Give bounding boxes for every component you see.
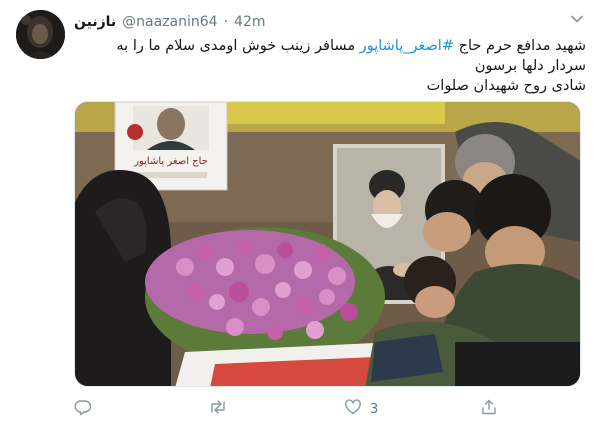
reply-button[interactable] [74, 398, 100, 420]
display-name[interactable]: نازنین [74, 14, 116, 30]
share-button[interactable] [480, 398, 506, 420]
tweet-text-segment: مسافر زینب خوش اومدی سلام ما را به [116, 38, 360, 54]
like-count: 3 [370, 401, 379, 417]
tweet-photo[interactable]: حاج اصغر پاشاپور [74, 101, 581, 387]
tweet-timestamp[interactable]: 42m [234, 14, 265, 30]
retweet-button[interactable] [208, 398, 236, 420]
tweet-actions: 3 [74, 398, 514, 420]
tweet-text: شهید مدافع حرم حاج #اصغر_پاشاپور مسافر ز… [74, 36, 586, 96]
tweet-text-line-2: سردار دلها برسون [474, 58, 586, 74]
user-handle[interactable]: @naazanin64 [122, 14, 217, 30]
hashtag-link[interactable]: #اصغر_پاشاپور [360, 38, 454, 54]
portrait-caption: حاج اصغر پاشاپور [133, 156, 208, 167]
separator-dot: · [223, 14, 229, 30]
like-button[interactable]: 3 [344, 398, 378, 420]
tweet-text-line-1: شهید مدافع حرم حاج #اصغر_پاشاپور مسافر ز… [74, 36, 586, 56]
heart-icon [344, 398, 362, 420]
tweet-text-line-3: شادی روح شهیدان صلوات [426, 78, 586, 94]
reply-icon [74, 398, 92, 420]
share-icon [480, 398, 498, 420]
retweet-icon [208, 398, 228, 420]
chevron-down-icon[interactable] [568, 10, 586, 28]
avatar[interactable] [16, 10, 65, 59]
tweet[interactable]: نازنین @naazanin64 · 42m شهید مدافع حرم … [0, 0, 598, 427]
tweet-text-segment: شهید مدافع حرم حاج [454, 38, 586, 54]
